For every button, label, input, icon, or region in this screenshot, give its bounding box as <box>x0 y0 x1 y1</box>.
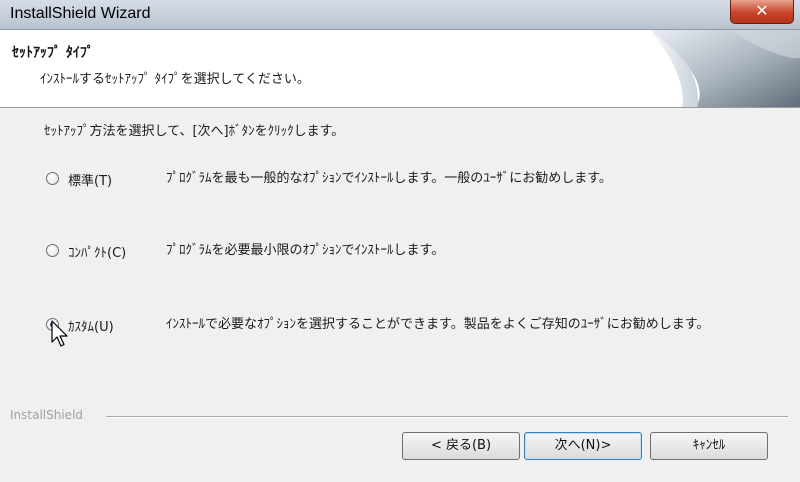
next-button[interactable]: 次へ(N)> <box>524 432 642 460</box>
window-title: InstallShield Wizard <box>10 5 151 22</box>
option-custom-label[interactable]: ｶｽﾀﾑ(U) <box>68 316 114 335</box>
option-compact[interactable]: ｺﾝﾊﾟｸﾄ(C) ﾌﾟﾛｸﾞﾗﾑを必要最小限のｵﾌﾟｼｮﾝでｲﾝｽﾄｰﾙします… <box>46 242 766 282</box>
back-button[interactable]: < 戻る(B) <box>402 432 520 460</box>
page-title: ｾｯﾄｱｯﾌﾟ ﾀｲﾌﾟ <box>12 45 94 61</box>
page-subtitle: ｲﾝｽﾄｰﾙするｾｯﾄｱｯﾌﾟ ﾀｲﾌﾟを選択してください。 <box>40 72 310 87</box>
wizard-body: ｾｯﾄｱｯﾌﾟ方法を選択して、[次へ]ﾎﾞﾀﾝをｸﾘｯｸします。 標準(T) ﾌ… <box>0 108 800 482</box>
option-compact-label[interactable]: ｺﾝﾊﾟｸﾄ(C) <box>68 242 126 261</box>
cancel-button[interactable]: ｷｬﾝｾﾙ <box>650 432 768 460</box>
radio-compact[interactable] <box>46 244 59 257</box>
option-compact-description: ﾌﾟﾛｸﾞﾗﾑを必要最小限のｵﾌﾟｼｮﾝでｲﾝｽﾄｰﾙします。 <box>166 243 445 258</box>
option-custom[interactable]: ｶｽﾀﾑ(U) ｲﾝｽﾄｰﾙで必要なｵﾌﾟｼｮﾝを選択することができます。製品を… <box>46 316 766 356</box>
option-typical-description: ﾌﾟﾛｸﾞﾗﾑを最も一般的なｵﾌﾟｼｮﾝでｲﾝｽﾄｰﾙします。一般のﾕｰｻﾞにお… <box>166 171 612 186</box>
brand-separator-row: InstallShield <box>0 408 800 424</box>
footer-divider <box>106 416 788 418</box>
close-icon: ✕ <box>755 1 769 20</box>
radio-typical[interactable] <box>46 172 59 185</box>
option-typical[interactable]: 標準(T) ﾌﾟﾛｸﾞﾗﾑを最も一般的なｵﾌﾟｼｮﾝでｲﾝｽﾄｰﾙします。一般の… <box>46 170 766 210</box>
title-bar: InstallShield Wizard ✕ <box>0 0 800 30</box>
page-curl-icon <box>650 30 800 107</box>
installshield-brand: InstallShield <box>10 408 84 422</box>
wizard-header: ｾｯﾄｱｯﾌﾟ ﾀｲﾌﾟ ｲﾝｽﾄｰﾙするｾｯﾄｱｯﾌﾟ ﾀｲﾌﾟを選択してくだ… <box>0 30 800 108</box>
mouse-cursor-icon <box>51 320 68 347</box>
close-button[interactable]: ✕ <box>730 0 794 24</box>
instruction-text: ｾｯﾄｱｯﾌﾟ方法を選択して、[次へ]ﾎﾞﾀﾝをｸﾘｯｸします。 <box>44 124 345 139</box>
option-custom-description: ｲﾝｽﾄｰﾙで必要なｵﾌﾟｼｮﾝを選択することができます。製品をよくご存知のﾕｰ… <box>166 317 710 332</box>
option-typical-label[interactable]: 標準(T) <box>68 170 112 189</box>
